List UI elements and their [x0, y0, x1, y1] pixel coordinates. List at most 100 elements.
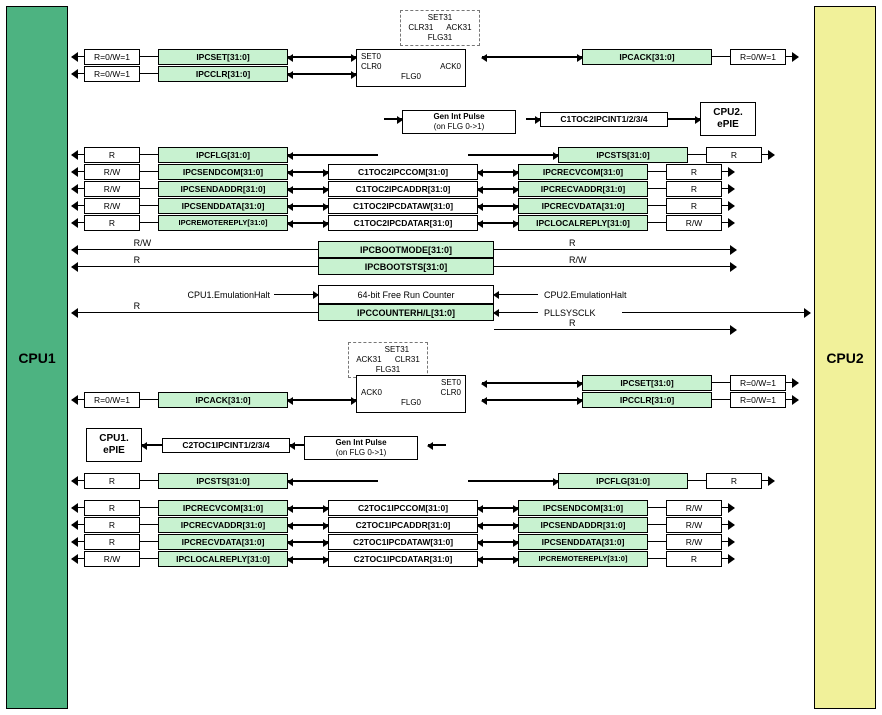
- rw-label: R: [84, 473, 140, 489]
- ipcack-reg-c2: IPCACK[31:0]: [158, 392, 288, 408]
- arrow: [288, 56, 356, 58]
- c1toc2addr: C1TOC2IPCADDR[31:0]: [328, 181, 478, 197]
- rw-label: R/W: [666, 500, 722, 516]
- sendaddr-reg-c2: IPCSENDADDR[31:0]: [518, 517, 648, 533]
- counter-row3: R: [72, 321, 810, 338]
- rw-label: R: [706, 147, 762, 163]
- arrow: [762, 154, 774, 155]
- line: [140, 73, 158, 74]
- localreply-reg: IPCLOCALREPLY[31:0]: [518, 215, 648, 231]
- rw-label: R/W: [84, 551, 140, 567]
- sendcom-reg-c2: IPCSENDCOM[31:0]: [518, 500, 648, 516]
- clr0-label: CLR0: [361, 62, 381, 72]
- genint-box: Gen Int Pulse (on FLG 0->1): [402, 104, 526, 134]
- counter-row1: CPU1.EmulationHalt 64-bit Free Run Count…: [72, 285, 810, 304]
- set31-label: SET31: [385, 345, 409, 354]
- arrow: [288, 154, 378, 156]
- ipcclr-reg-c2: IPCCLR[31:0]: [582, 392, 712, 408]
- c2toc1datar: C2TOC1IPCDATAR[31:0]: [328, 551, 478, 567]
- recvcom-reg: IPCRECVCOM[31:0]: [518, 164, 648, 180]
- remotereply-row: R IPCREMOTEREPLY[31:0] C1TOC2IPCDATAR[31…: [72, 214, 810, 231]
- set0-label: SET0: [361, 52, 381, 62]
- clr31-label: CLR31: [395, 355, 420, 364]
- flg31-label: FLG31: [428, 33, 452, 42]
- rw-label: R/W: [666, 517, 722, 533]
- rw-label: R: [666, 198, 722, 214]
- flg31-label: FLG31: [376, 365, 400, 374]
- rw-label: R/W: [134, 238, 152, 248]
- ipcclr-reg: IPCCLR[31:0]: [158, 66, 288, 82]
- senddata-reg-c2: IPCSENDDATA[31:0]: [518, 534, 648, 550]
- flg0-box: SET0 CLR0 ACK0 FLG0: [356, 49, 466, 87]
- rw-label: R=0/W=1: [84, 392, 140, 408]
- set0-label: SET0: [441, 378, 461, 388]
- rw-label: R=0/W=1: [730, 392, 786, 408]
- bootmode-row: R/W IPCBOOTMODE[31:0] R: [72, 241, 810, 258]
- rw-label: R/W: [666, 534, 722, 550]
- recvcom-reg-c2: IPCRECVCOM[31:0]: [158, 500, 288, 516]
- ipccounter-reg: IPCCOUNTERH/L[31:0]: [318, 304, 494, 321]
- rw-label: R: [569, 318, 576, 328]
- recvaddr-reg-c2: IPCRECVADDR[31:0]: [158, 517, 288, 533]
- flg0-box-c2: SET0 ACK0 CLR0 FLG0: [356, 375, 466, 413]
- rw-label: R/W: [84, 181, 140, 197]
- c2toc1com: C2TOC1IPCCOM[31:0]: [328, 500, 478, 516]
- remotereply-reg-c2: IPCREMOTEREPLY[31:0]: [518, 551, 648, 567]
- clr0-label: CLR0: [441, 388, 461, 398]
- c1toc2datar: C1TOC2IPCDATAR[31:0]: [328, 215, 478, 231]
- genint-box-c2: Gen Int Pulse (on FLG 0->1): [304, 430, 428, 460]
- ipcsts-reg-c2: IPCSTS[31:0]: [158, 473, 288, 489]
- flg31-box-bottom: SET31 ACK31 CLR31 FLG31: [348, 342, 428, 378]
- senddata-reg: IPCSENDDATA[31:0]: [158, 198, 288, 214]
- arrow: [526, 118, 540, 120]
- cpu1-block: CPU1: [6, 6, 68, 709]
- ack0-label: ACK0: [440, 62, 461, 72]
- rw-label: R: [84, 215, 140, 231]
- ipcflg-reg-c2: IPCFLG[31:0]: [558, 473, 688, 489]
- ack31-label: ACK31: [446, 23, 471, 32]
- bootsts-reg: IPCBOOTSTS[31:0]: [318, 258, 494, 275]
- c2toc1addr: C2TOC1IPCADDR[31:0]: [328, 517, 478, 533]
- genint-sub: (on FLG 0->1): [336, 448, 386, 457]
- arrow: [72, 73, 84, 74]
- cpu2-block: CPU2: [814, 6, 876, 709]
- rw-label: R: [569, 238, 576, 248]
- line: [712, 56, 730, 57]
- freerun-counter-box: 64-bit Free Run Counter: [318, 285, 494, 304]
- rw-label: R/W: [569, 255, 587, 265]
- rw-label: R: [134, 301, 141, 311]
- c2toc1dataw: C2TOC1IPCDATAW[31:0]: [328, 534, 478, 550]
- rw-label: R=0/W=1: [730, 375, 786, 391]
- line: [688, 154, 706, 155]
- ipc-architecture-diagram: CPU1 SET31 CLR31 ACK31 FLG31 R=0/W=1 IPC…: [6, 6, 876, 709]
- remotereply-reg: IPCREMOTEREPLY[31:0]: [158, 215, 288, 231]
- recvcom-row-c2: R IPCRECVCOM[31:0] C2TOC1IPCCOM[31:0] IP…: [72, 499, 810, 516]
- cpu2-label: CPU2: [826, 350, 863, 366]
- ipcack-reg: IPCACK[31:0]: [582, 49, 712, 65]
- arrow: [72, 154, 84, 155]
- localreply-row-c2: R/W IPCLOCALREPLY[31:0] C2TOC1IPCDATAR[3…: [72, 550, 810, 567]
- bootmode-reg: IPCBOOTMODE[31:0]: [318, 241, 494, 258]
- pll-label: PLLSYSCLK: [538, 308, 622, 318]
- recvdata-reg-c2: IPCRECVDATA[31:0]: [158, 534, 288, 550]
- rw-label: R=0/W=1: [84, 66, 140, 82]
- rw-label: R: [666, 551, 722, 567]
- arrow: [288, 73, 356, 75]
- arrow: [468, 154, 558, 156]
- rw-label: R: [84, 517, 140, 533]
- line: [140, 56, 158, 57]
- clr31-label: CLR31: [408, 23, 433, 32]
- rw-label: R: [84, 147, 140, 163]
- genint-title: Gen Int Pulse: [433, 112, 484, 121]
- ipcsts-row-c2: R IPCSTS[31:0] IPCFLG[31:0] R: [72, 472, 810, 489]
- rw-label: R=0/W=1: [730, 49, 786, 65]
- cpu1-epie: CPU1. ePIE: [86, 428, 142, 462]
- rw-label: R/W: [666, 215, 722, 231]
- arrow: [72, 56, 84, 57]
- recvaddr-reg: IPCRECVADDR[31:0]: [518, 181, 648, 197]
- rw-label: R: [666, 181, 722, 197]
- ipcflg-row: R IPCFLG[31:0] IPCSTS[31:0] R: [72, 146, 810, 163]
- flg0-label: FLG0: [401, 72, 421, 81]
- cpu2-epie: CPU2. ePIE: [700, 102, 756, 136]
- ipcset-reg-c2: IPCSET[31:0]: [582, 375, 712, 391]
